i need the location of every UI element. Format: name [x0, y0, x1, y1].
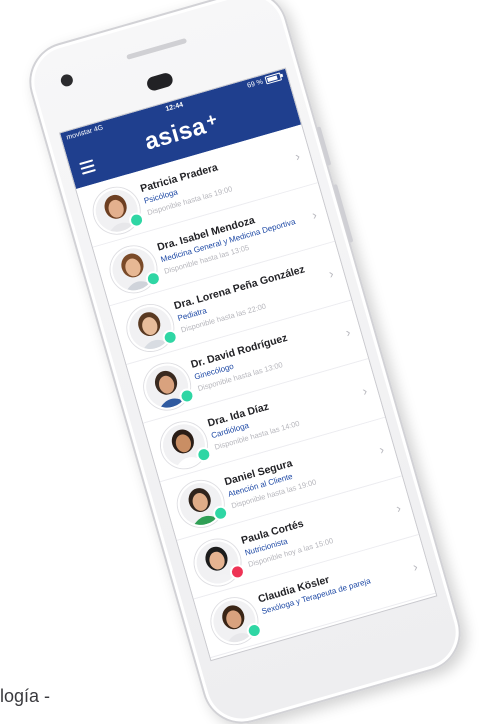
- avatar-photo: [157, 419, 210, 472]
- avatar-photo: [191, 536, 244, 589]
- app-screen: movistar 4G 12:44 69 % asisa+ Patricia P…: [58, 67, 438, 662]
- proximity-sensor: [145, 71, 175, 93]
- avatar-photo: [208, 595, 261, 648]
- speaker-grille: [126, 37, 188, 60]
- avatar-photo: [174, 477, 227, 530]
- avatar: [138, 358, 197, 416]
- caption-text: logía -: [0, 686, 51, 706]
- avatar: [105, 240, 163, 298]
- chevron-right-icon[interactable]: ›: [344, 324, 352, 340]
- chevron-right-icon[interactable]: ›: [310, 207, 318, 223]
- avatar: [121, 299, 180, 357]
- avatar: [172, 475, 230, 533]
- avatar-photo: [90, 184, 143, 237]
- battery-percent: 69 %: [246, 78, 264, 90]
- chevron-right-icon[interactable]: ›: [327, 266, 335, 282]
- chevron-right-icon[interactable]: ›: [293, 148, 301, 164]
- avatar-photo: [141, 360, 194, 413]
- chevron-right-icon[interactable]: ›: [377, 442, 385, 458]
- avatar: [88, 182, 146, 240]
- avatar-photo: [124, 301, 177, 354]
- chevron-right-icon[interactable]: ›: [411, 559, 419, 575]
- front-camera: [59, 72, 75, 88]
- avatar-photo: [107, 243, 160, 296]
- power-button: [333, 183, 354, 243]
- avatar: [189, 534, 247, 591]
- chevron-right-icon[interactable]: ›: [394, 500, 402, 516]
- professionals-list: Patricia Pradera Psicóloga Disponible hast…: [76, 124, 436, 659]
- volume-button: [316, 126, 332, 166]
- stage: movistar 4G 12:44 69 % asisa+ Patricia P…: [0, 0, 485, 724]
- phone-frame: movistar 4G 12:44 69 % asisa+ Patricia P…: [19, 0, 471, 724]
- avatar: [205, 592, 264, 650]
- battery-icon: [264, 72, 283, 85]
- avatar: [155, 416, 214, 474]
- chevron-right-icon[interactable]: ›: [361, 383, 369, 399]
- battery-indicator: 69 %: [246, 72, 283, 90]
